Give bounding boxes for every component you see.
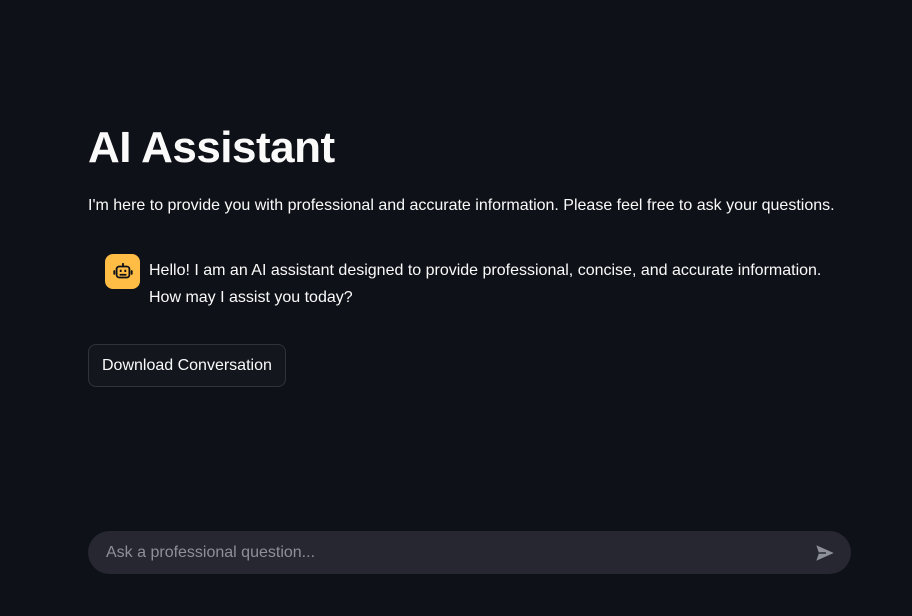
chat-message-assistant: Hello! I am an AI assistant designed to … [105,254,850,311]
chat-input-container [88,531,851,574]
send-icon [816,544,834,561]
chat-input[interactable] [88,531,805,574]
page-title: AI Assistant [88,123,335,172]
page-subtitle: I'm here to provide you with professiona… [88,197,835,214]
assistant-avatar [105,254,140,289]
robot-icon [112,262,133,278]
app-window: AI Assistant I'm here to provide you wit… [0,0,912,616]
send-button[interactable] [805,533,845,573]
assistant-message-text: Hello! I am an AI assistant designed to … [149,262,822,306]
download-conversation-button[interactable]: Download Conversation [88,344,286,387]
